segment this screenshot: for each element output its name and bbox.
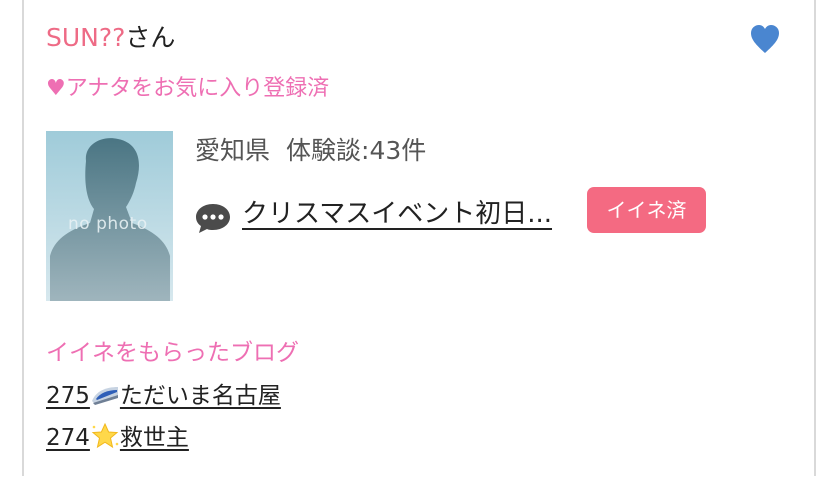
username-name[interactable]: SUN?? [46,23,125,52]
favorite-status: ♥アナタをお気に入り登録済 [46,76,330,101]
username-honorific: さん [125,23,176,52]
liked-blogs-title: イイネをもらったブログ [46,340,299,366]
experience-count: 体験談:43件 [286,136,427,165]
like-button[interactable]: イイネ済 [587,187,706,233]
blog-title: ただいま名古屋 [119,383,281,409]
post-title-link[interactable]: クリスマスイベント初日... [242,195,552,233]
blog-number: 275 [46,383,90,409]
blog-item[interactable]: 275 ただいま名古屋 [46,380,281,412]
blog-title: 救世主 [119,425,189,451]
avatar[interactable]: no photo [46,131,173,301]
profile-meta: 愛知県 体験談:43件 [195,134,426,168]
prefecture: 愛知県 [195,136,271,165]
favorite-heart-button[interactable] [750,24,780,56]
blog-number: 274 [46,425,90,451]
avatar-placeholder-text: no photo [68,214,148,234]
blog-item[interactable]: 274 救世主 [46,422,189,454]
star-icon [90,422,120,449]
heart-icon [751,25,779,53]
train-icon [90,381,120,407]
username[interactable]: SUN??さん [46,20,175,56]
speech-bubble-icon [195,202,231,234]
